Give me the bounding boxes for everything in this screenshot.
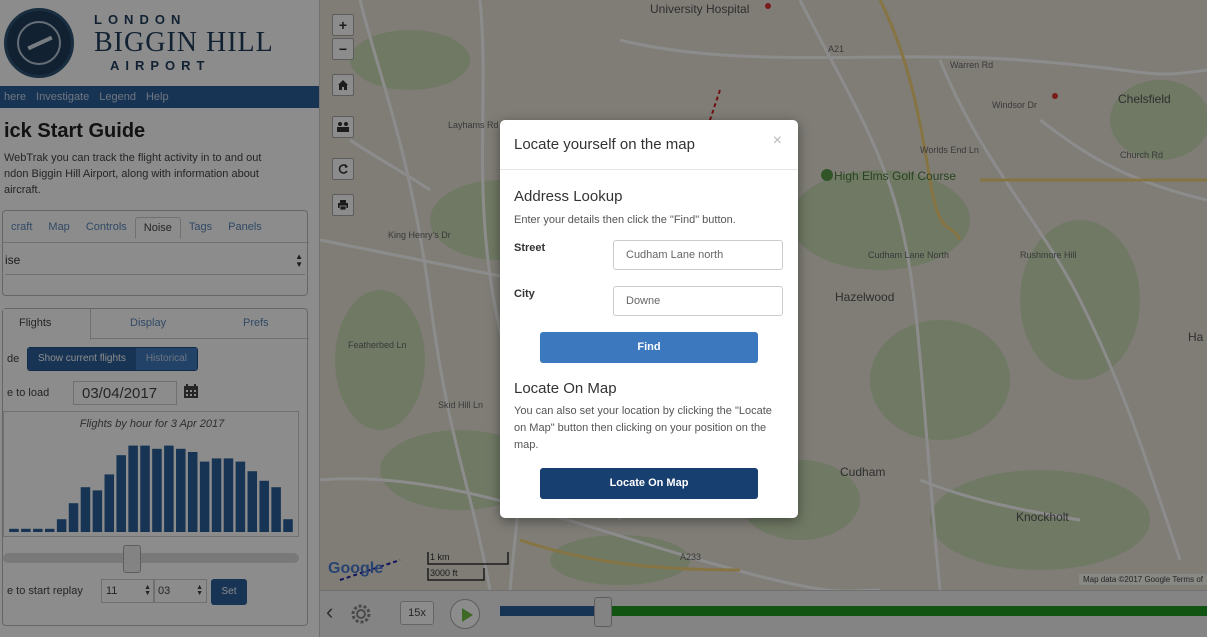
street-input[interactable] bbox=[613, 240, 783, 270]
locate-on-map-button[interactable]: Locate On Map bbox=[540, 468, 758, 499]
find-button[interactable]: Find bbox=[540, 332, 758, 363]
webtrak-app: LONDON BIGGIN HILL AIRPORT here Investig… bbox=[0, 0, 1207, 637]
modal-title: Locate yourself on the map bbox=[514, 136, 695, 153]
close-icon[interactable]: × bbox=[773, 132, 782, 150]
city-input[interactable] bbox=[613, 286, 783, 316]
locate-on-map-text: You can also set your location by clicki… bbox=[514, 405, 772, 451]
address-lookup-text: Enter your details then click the "Find"… bbox=[514, 214, 736, 226]
modal-header: Locate yourself on the map × bbox=[500, 120, 798, 170]
locate-modal: Locate yourself on the map × Address Loo… bbox=[500, 120, 798, 518]
address-lookup-title: Address Lookup bbox=[514, 188, 623, 205]
street-label: Street bbox=[514, 242, 546, 254]
locate-on-map-title: Locate On Map bbox=[514, 380, 617, 397]
city-label: City bbox=[514, 288, 535, 300]
